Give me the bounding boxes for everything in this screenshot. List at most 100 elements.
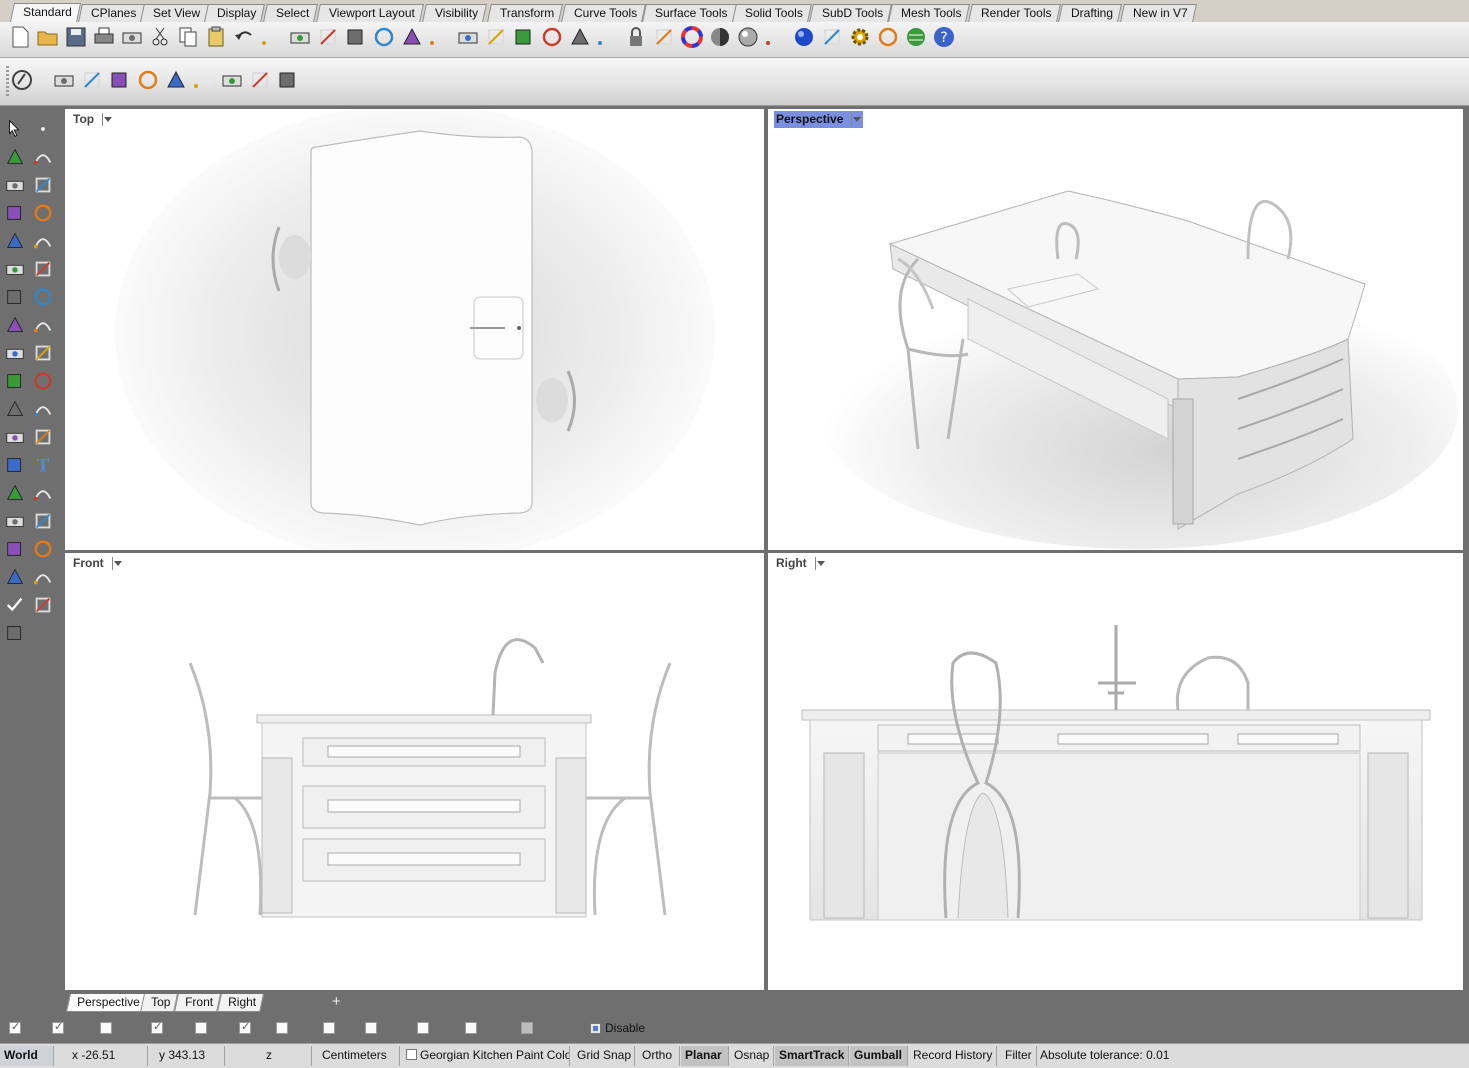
viewport-front[interactable]: Front bbox=[65, 553, 764, 990]
tab-cplanes[interactable]: CPlanes bbox=[78, 4, 146, 22]
viewport-title-top[interactable]: Top bbox=[71, 111, 114, 128]
osnap-checkbox[interactable] bbox=[276, 1022, 288, 1034]
chevron-down-icon[interactable] bbox=[816, 561, 825, 566]
history-icon[interactable] bbox=[4, 566, 26, 588]
lock-icon[interactable] bbox=[624, 25, 648, 49]
block-icon[interactable] bbox=[32, 510, 54, 532]
polyline-icon[interactable] bbox=[4, 146, 26, 168]
gridline-icon[interactable] bbox=[4, 538, 26, 560]
select-arrow-icon[interactable] bbox=[4, 118, 26, 140]
car-options-icon[interactable] bbox=[484, 25, 508, 49]
tab-drafting[interactable]: Drafting bbox=[1058, 4, 1122, 22]
layers-icon[interactable] bbox=[652, 25, 676, 49]
fillet-curve-icon[interactable] bbox=[32, 230, 54, 252]
viewport-tab-front[interactable]: Front bbox=[174, 994, 221, 1012]
chevron-down-icon[interactable] bbox=[113, 561, 122, 566]
new-file-icon[interactable] bbox=[8, 25, 32, 49]
material-sphere-icon[interactable] bbox=[764, 25, 788, 49]
lightning-icon[interactable] bbox=[32, 342, 54, 364]
smarttrack-toggle[interactable]: SmartTrack bbox=[775, 1046, 849, 1066]
snap-icon[interactable] bbox=[820, 25, 844, 49]
open-file-icon[interactable] bbox=[36, 25, 60, 49]
tab-solid-tools[interactable]: Solid Tools bbox=[732, 4, 812, 22]
chevron-down-icon[interactable] bbox=[853, 117, 862, 122]
check-icon[interactable] bbox=[4, 594, 26, 616]
planar-toggle[interactable]: Planar bbox=[681, 1046, 729, 1066]
osnap-checkbox[interactable] bbox=[465, 1022, 477, 1034]
osnap-checkbox[interactable] bbox=[52, 1020, 64, 1034]
cylinder-icon[interactable] bbox=[4, 314, 26, 336]
osnap-checkbox[interactable] bbox=[195, 1022, 207, 1034]
osnap-checkbox[interactable] bbox=[100, 1022, 112, 1034]
cplane-indicator[interactable]: World bbox=[0, 1046, 54, 1066]
ground-plane-icon[interactable] bbox=[136, 68, 160, 92]
arc-icon[interactable] bbox=[4, 230, 26, 252]
units-label[interactable]: Centimeters bbox=[318, 1046, 400, 1066]
dimension-tool-icon[interactable] bbox=[4, 510, 26, 532]
tab-curve-tools[interactable]: Curve Tools bbox=[561, 4, 647, 22]
osnap-checkbox[interactable] bbox=[417, 1022, 429, 1034]
trim-icon[interactable] bbox=[4, 370, 26, 392]
tab-display[interactable]: Display bbox=[204, 4, 266, 22]
clipping-icon[interactable] bbox=[32, 566, 54, 588]
osnap-toggle[interactable]: Osnap bbox=[730, 1046, 774, 1066]
rendered-sphere-icon[interactable] bbox=[736, 25, 760, 49]
gumball-icon[interactable] bbox=[276, 68, 300, 92]
ungroup-icon[interactable] bbox=[32, 398, 54, 420]
viewport-top[interactable]: Top bbox=[65, 109, 764, 550]
viewport-title-perspective[interactable]: Perspective bbox=[774, 111, 864, 128]
viewport-tab-top[interactable]: Top bbox=[140, 994, 179, 1012]
rectangle-icon[interactable] bbox=[32, 202, 54, 224]
zoom-selected-icon[interactable] bbox=[400, 25, 424, 49]
tab-select[interactable]: Select bbox=[263, 4, 319, 22]
current-layer[interactable]: Georgian Kitchen Paint Colo bbox=[402, 1046, 570, 1066]
viewport-right[interactable]: Right bbox=[768, 553, 1463, 990]
print-icon[interactable] bbox=[92, 25, 116, 49]
tab-standard[interactable]: Standard bbox=[9, 3, 81, 22]
help-icon[interactable]: ? bbox=[932, 25, 956, 49]
tab-subd-tools[interactable]: SubD Tools bbox=[809, 4, 893, 22]
undo-view-icon[interactable] bbox=[428, 25, 452, 49]
blue-sphere-icon[interactable] bbox=[792, 25, 816, 49]
osnap-disable-checkbox[interactable] bbox=[590, 1023, 601, 1034]
environment-box-icon[interactable] bbox=[164, 68, 188, 92]
layer-props-icon[interactable] bbox=[4, 426, 26, 448]
light-bulb-icon[interactable] bbox=[596, 25, 620, 49]
tab-transform[interactable]: Transform bbox=[487, 4, 564, 22]
group-icon[interactable] bbox=[4, 398, 26, 420]
ellipse-icon[interactable] bbox=[32, 174, 54, 196]
ortho-toggle[interactable]: Ortho bbox=[638, 1046, 680, 1066]
add-viewport-tab-button[interactable]: + bbox=[332, 993, 341, 1011]
import-icon[interactable] bbox=[120, 25, 144, 49]
shaded-sphere-icon[interactable] bbox=[708, 25, 732, 49]
teapot-icon[interactable] bbox=[52, 68, 76, 92]
circle-icon[interactable] bbox=[540, 25, 564, 49]
viewport-title-front[interactable]: Front bbox=[71, 555, 124, 572]
surface-cp-icon[interactable] bbox=[4, 258, 26, 280]
undo-icon[interactable] bbox=[232, 25, 256, 49]
gear-options-icon[interactable] bbox=[848, 25, 872, 49]
grass-icon[interactable] bbox=[220, 68, 244, 92]
array-icon[interactable] bbox=[4, 482, 26, 504]
tab-set-view[interactable]: Set View bbox=[140, 4, 210, 22]
zoom-extents-icon[interactable] bbox=[372, 25, 396, 49]
copy-icon[interactable] bbox=[176, 25, 200, 49]
polygon-icon[interactable] bbox=[4, 202, 26, 224]
viewport-perspective[interactable]: Perspective bbox=[768, 109, 1463, 550]
rotate-view-icon[interactable] bbox=[288, 25, 312, 49]
offset-icon[interactable] bbox=[32, 426, 54, 448]
curve-cp-icon[interactable] bbox=[32, 146, 54, 168]
grid-snap-toggle[interactable]: Grid Snap bbox=[573, 1046, 635, 1066]
solid-tools-icon[interactable] bbox=[32, 594, 54, 616]
lights-icon[interactable] bbox=[568, 25, 592, 49]
gumball-toggle[interactable]: Gumball bbox=[850, 1046, 908, 1066]
move-icon[interactable] bbox=[4, 454, 26, 476]
four-viewports-icon[interactable] bbox=[456, 25, 480, 49]
osnap-checkbox[interactable] bbox=[9, 1020, 21, 1034]
tab-mesh-tools[interactable]: Mesh Tools bbox=[888, 4, 971, 22]
text-icon[interactable]: T bbox=[32, 454, 54, 476]
toolbar-grip[interactable] bbox=[6, 66, 9, 98]
mesh-icon[interactable] bbox=[32, 314, 54, 336]
viewport-tab-perspective[interactable]: Perspective bbox=[66, 994, 148, 1012]
chevron-down-icon[interactable] bbox=[104, 117, 113, 122]
